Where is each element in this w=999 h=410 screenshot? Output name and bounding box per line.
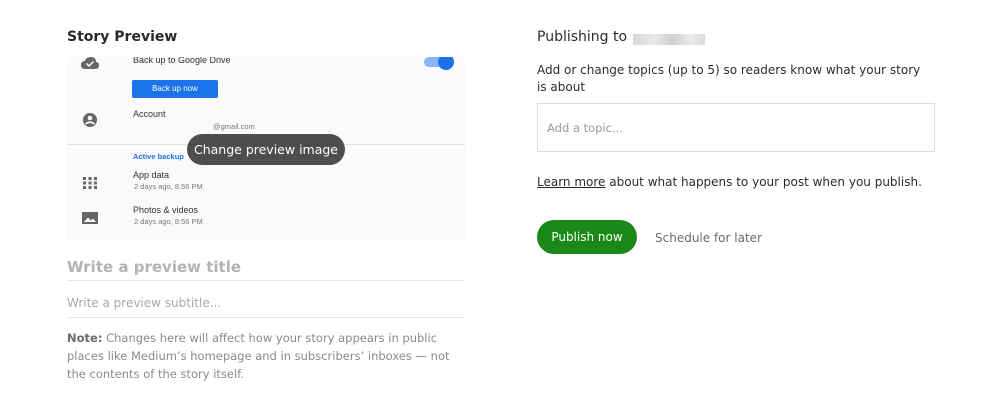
learn-more-link[interactable]: Learn more [537,175,605,189]
note-label: Note: [67,331,103,345]
note-text: Changes here will affect how your story … [67,331,450,381]
learn-more-text: Learn more about what happens to your po… [537,175,922,189]
topics-help-text: Add or change topics (up to 5) so reader… [537,63,921,94]
preview-note: Note: Changes here will affect how your … [67,329,467,383]
backup-now-button: Back up now [132,80,218,98]
cloud-check-icon [81,57,99,69]
photos-time: 2 days ago, 8:56 PM [134,217,203,226]
preview-title-field[interactable]: Write a preview title [67,258,465,281]
preview-subtitle-field[interactable]: Write a preview subtitle... [67,296,465,318]
preview-image[interactable]: Back up to Google Drive Back up now Acco… [67,57,465,240]
redacted-publication-name [633,34,705,45]
photos-title: Photos & videos [133,205,199,215]
active-backup-label: Active backup [133,152,184,161]
schedule-for-later-button[interactable]: Schedule for later [655,231,762,245]
publish-now-button[interactable]: Publish now [537,220,637,254]
account-title: Account [133,109,166,119]
story-preview-title: Story Preview [67,29,178,45]
app-data-title: App data [133,170,170,180]
publishing-to-label: Publishing to [537,29,628,45]
backup-toggle [424,57,454,70]
account-email: @gmail.com [213,122,255,131]
account-icon [83,113,97,127]
topic-input[interactable] [547,119,917,137]
change-preview-image-button[interactable]: Change preview image [187,134,345,165]
grid-icon [83,177,97,189]
learn-more-suffix: about what happens to your post when you… [605,175,922,189]
app-data-time: 2 days ago, 8:56 PM [134,182,203,191]
image-icon [82,212,98,224]
backup-title: Back up to Google Drive [133,57,231,65]
topic-input-box[interactable] [537,103,935,152]
